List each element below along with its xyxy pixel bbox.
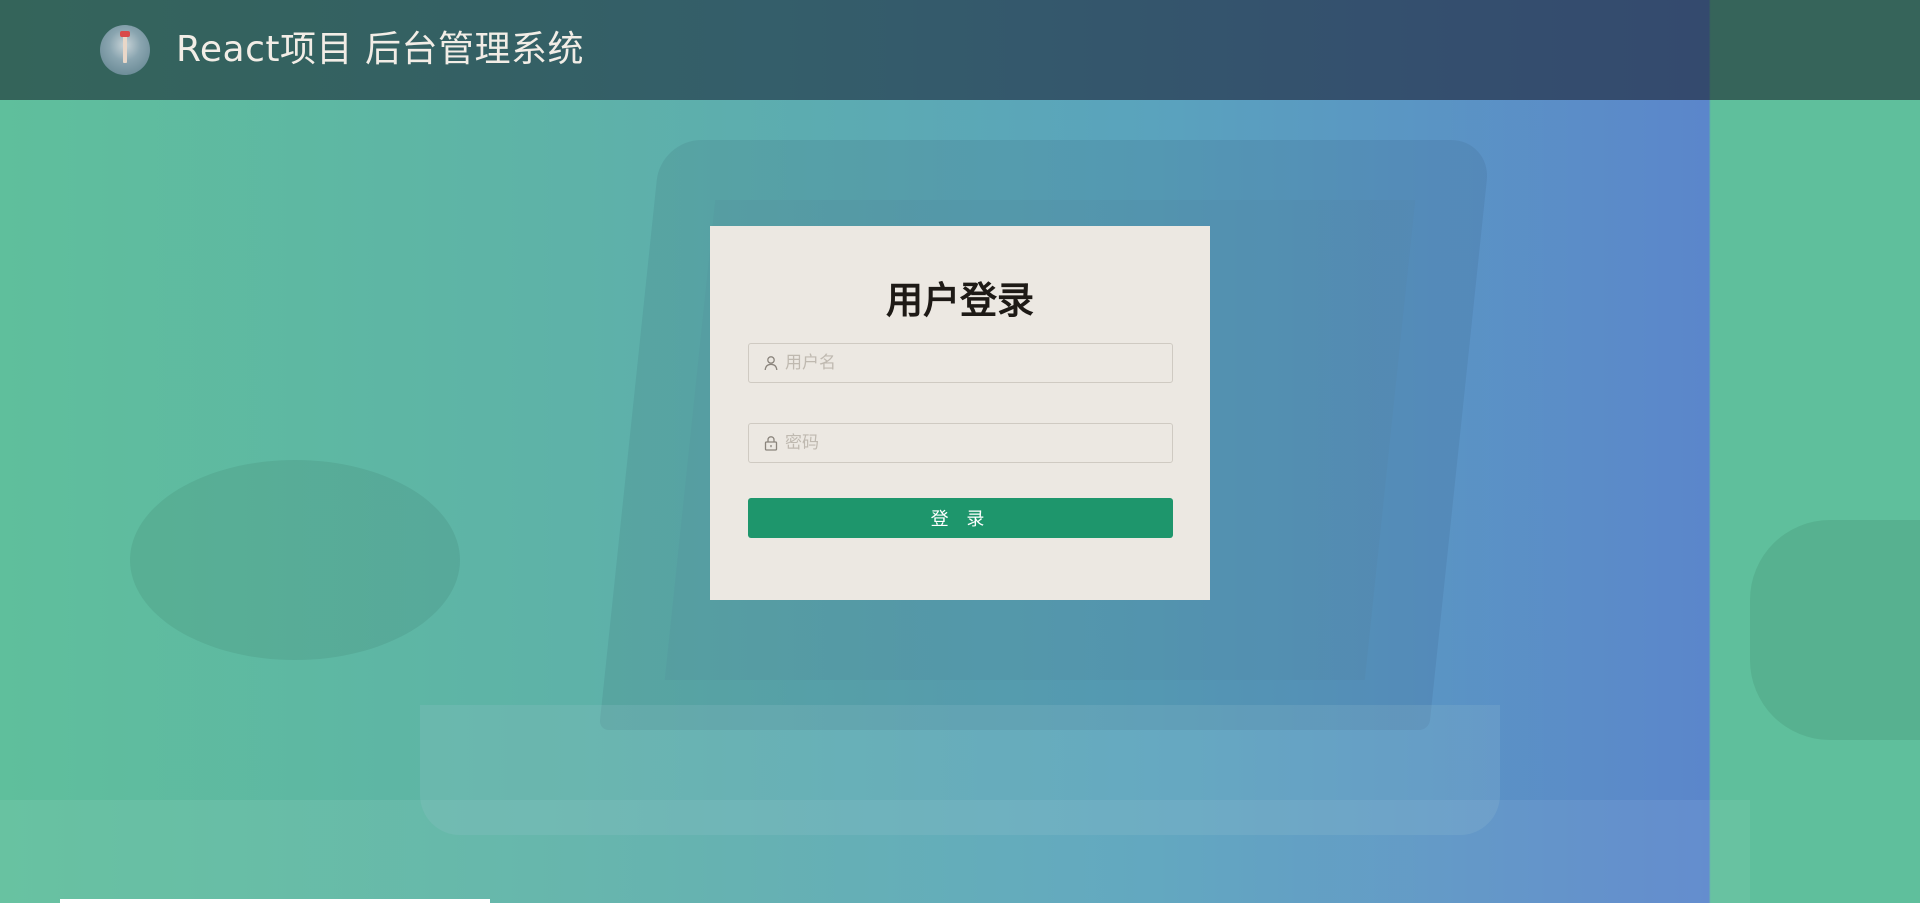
logo-tower-shape (123, 33, 127, 63)
background-right-object (1750, 520, 1920, 740)
app-header: React项目 后台管理系统 (0, 0, 1920, 100)
password-input[interactable] (785, 424, 1165, 462)
login-page: React项目 后台管理系统 用户登录 登 录 (0, 0, 1920, 903)
app-logo (100, 25, 150, 75)
background-mug (130, 460, 460, 660)
login-card: 用户登录 登 录 (710, 226, 1210, 600)
background-laptop-base (420, 705, 1500, 835)
user-icon (763, 355, 779, 371)
login-button[interactable]: 登 录 (748, 498, 1173, 538)
app-title: React项目 后台管理系统 (176, 29, 584, 70)
background-right-strip (1750, 0, 1920, 903)
logo-tower-top (120, 31, 130, 37)
password-field[interactable] (748, 423, 1173, 463)
bottom-highlight-line (60, 899, 490, 903)
login-title: 用户登录 (886, 279, 1034, 322)
username-field[interactable] (748, 343, 1173, 383)
lock-icon (763, 435, 779, 451)
background-desk (0, 800, 1750, 903)
username-input[interactable] (785, 344, 1165, 382)
